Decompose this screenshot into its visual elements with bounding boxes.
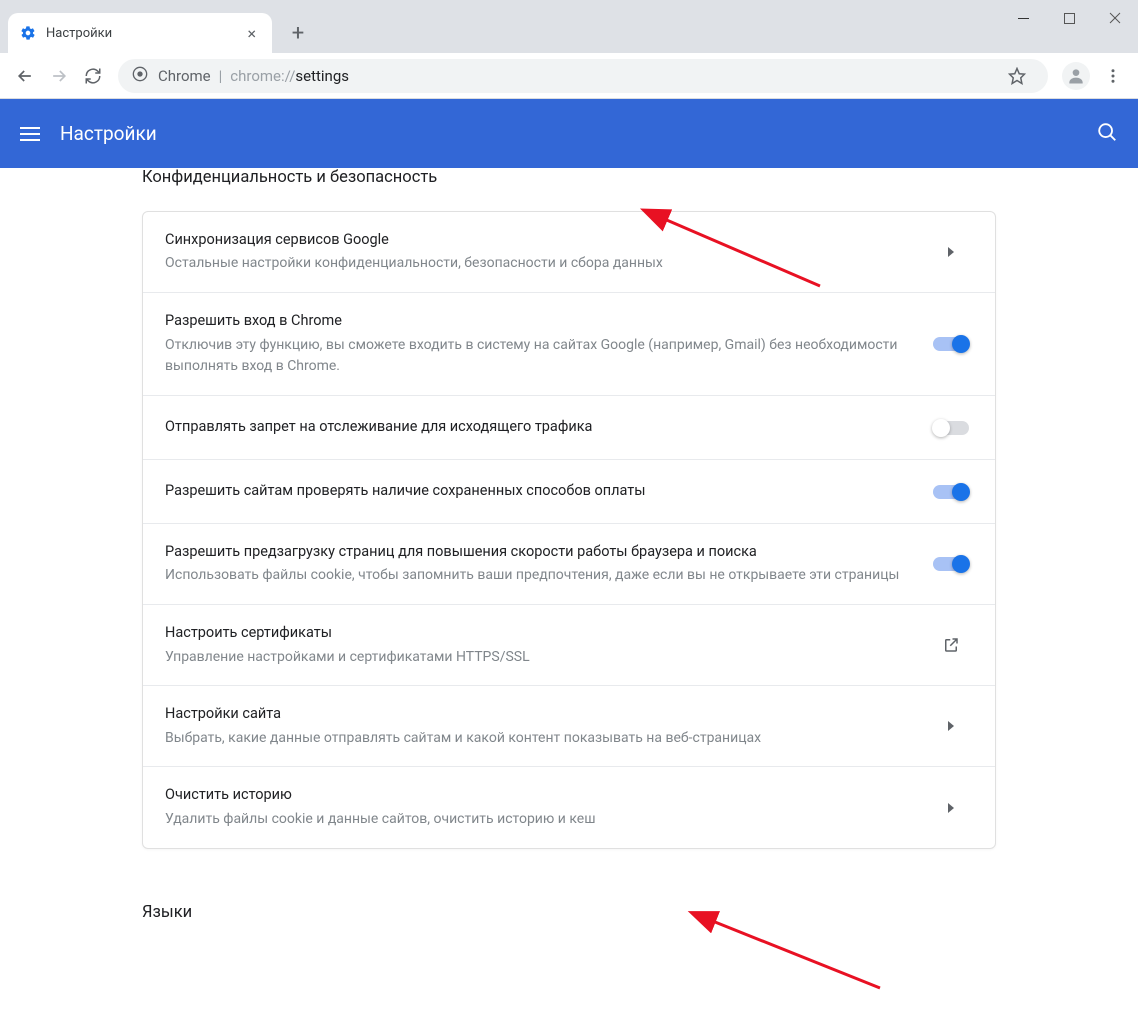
toggle-allow-signin[interactable] bbox=[933, 337, 969, 351]
row-subtitle: Удалить файлы cookie и данные сайтов, оч… bbox=[165, 809, 909, 831]
toggle-preload-pages[interactable] bbox=[933, 557, 969, 571]
site-info-icon[interactable] bbox=[132, 66, 148, 86]
settings-content-scroll[interactable]: Дополнительные Конфиденциальность и безо… bbox=[0, 168, 1138, 1030]
window-minimize-button[interactable] bbox=[1000, 0, 1046, 36]
settings-favicon bbox=[20, 25, 36, 41]
toggle-do-not-track[interactable] bbox=[933, 421, 969, 435]
row-title: Настройки сайта bbox=[165, 703, 909, 725]
chevron-right-icon bbox=[948, 247, 954, 257]
profile-avatar-button[interactable] bbox=[1062, 62, 1090, 90]
settings-search-icon[interactable] bbox=[1096, 121, 1118, 147]
section-languages-title: Языки bbox=[142, 903, 996, 932]
section-privacy-title: Конфиденциальность и безопасность bbox=[142, 168, 996, 187]
address-bar[interactable]: Chrome | chrome://settings bbox=[118, 59, 1048, 93]
browser-toolbar: Chrome | chrome://settings bbox=[0, 53, 1138, 99]
back-button[interactable] bbox=[8, 59, 42, 93]
tab-title: Настройки bbox=[46, 26, 243, 41]
url-host: Chrome bbox=[158, 67, 211, 85]
url-protocol: chrome:// bbox=[230, 67, 295, 85]
row-title: Синхронизация сервисов Google bbox=[165, 229, 909, 251]
window-maximize-button[interactable] bbox=[1046, 0, 1092, 36]
row-subtitle: Использовать файлы cookie, чтобы запомни… bbox=[165, 565, 909, 587]
row-title: Разрешить вход в Chrome bbox=[165, 310, 909, 332]
browser-tab[interactable]: Настройки × bbox=[8, 13, 272, 53]
row-title: Разрешить сайтам проверять наличие сохра… bbox=[165, 480, 909, 502]
menu-hamburger-icon[interactable] bbox=[20, 123, 40, 145]
row-subtitle: Отключив эту функцию, вы сможете входить… bbox=[165, 335, 909, 378]
row-title: Отправлять запрет на отслеживание для ис… bbox=[165, 416, 909, 438]
privacy-card: Синхронизация сервисов Google Остальные … bbox=[142, 211, 996, 849]
settings-app-header: Настройки bbox=[0, 99, 1138, 168]
bookmark-star-icon[interactable] bbox=[1000, 59, 1034, 93]
window-titlebar: Настройки × + bbox=[0, 0, 1138, 53]
row-clear-history[interactable]: Очистить историю Удалить файлы cookie и … bbox=[143, 767, 995, 847]
new-tab-button[interactable]: + bbox=[284, 19, 312, 47]
row-preload-pages[interactable]: Разрешить предзагрузку страниц для повыш… bbox=[143, 524, 995, 605]
row-site-settings[interactable]: Настройки сайта Выбрать, какие данные от… bbox=[143, 686, 995, 767]
row-subtitle: Остальные настройки конфиденциальности, … bbox=[165, 253, 909, 275]
row-subtitle: Выбрать, какие данные отправлять сайтам … bbox=[165, 728, 909, 750]
row-google-sync[interactable]: Синхронизация сервисов Google Остальные … bbox=[143, 212, 995, 293]
row-title: Настроить сертификаты bbox=[165, 622, 909, 644]
url-separator: | bbox=[219, 67, 223, 85]
open-external-icon bbox=[929, 636, 973, 654]
row-payment-methods[interactable]: Разрешить сайтам проверять наличие сохра… bbox=[143, 460, 995, 524]
reload-button[interactable] bbox=[76, 59, 110, 93]
row-title: Разрешить предзагрузку страниц для повыш… bbox=[165, 541, 909, 563]
row-certificates[interactable]: Настроить сертификаты Управление настрой… bbox=[143, 605, 995, 686]
chevron-right-icon bbox=[948, 721, 954, 731]
row-subtitle: Управление настройками и сертификатами H… bbox=[165, 647, 909, 669]
browser-menu-icon[interactable] bbox=[1096, 59, 1130, 93]
forward-button[interactable] bbox=[42, 59, 76, 93]
window-close-button[interactable] bbox=[1092, 0, 1138, 36]
row-do-not-track[interactable]: Отправлять запрет на отслеживание для ис… bbox=[143, 396, 995, 460]
app-title: Настройки bbox=[60, 122, 157, 145]
tab-close-icon[interactable]: × bbox=[243, 20, 260, 47]
row-allow-signin[interactable]: Разрешить вход в Chrome Отключив эту фун… bbox=[143, 293, 995, 396]
url-path: settings bbox=[295, 67, 349, 85]
toggle-payment-methods[interactable] bbox=[933, 485, 969, 499]
row-title: Очистить историю bbox=[165, 784, 909, 806]
chevron-right-icon bbox=[948, 803, 954, 813]
